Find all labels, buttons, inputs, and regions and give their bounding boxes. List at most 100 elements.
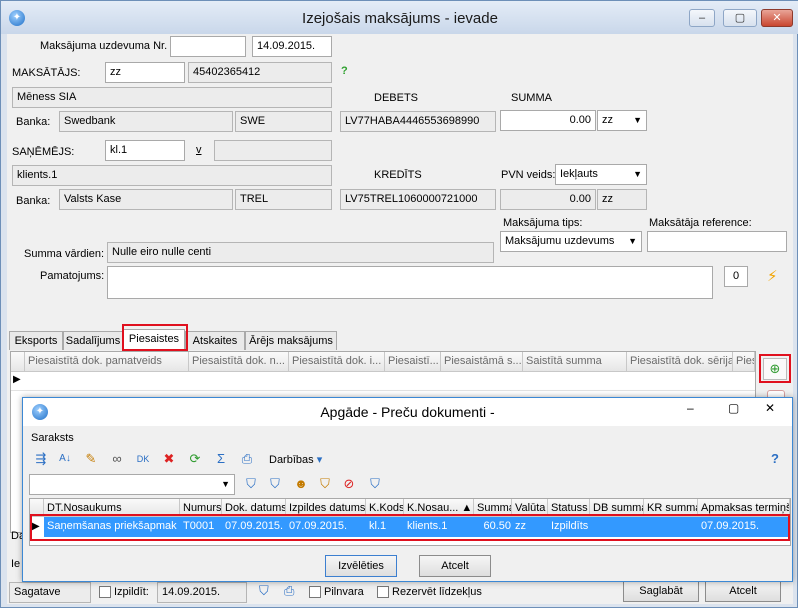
payer-code-input[interactable]: zz — [105, 62, 185, 83]
power-label: Pilnvara — [324, 586, 364, 598]
grid-col-4[interactable]: Piesaistāmā s... — [441, 352, 523, 372]
dk-icon[interactable]: DK — [133, 449, 153, 469]
refresh-list-icon[interactable]: ⇶ — [31, 449, 51, 469]
basis-textarea[interactable] — [107, 266, 713, 299]
close-button[interactable]: ✕ — [761, 9, 793, 27]
execute-label: Izpildīt: — [114, 586, 149, 598]
dialog-minimize-button[interactable]: – — [687, 401, 694, 415]
grid-col-0[interactable]: Piesaistītā dok. pamatveids — [25, 352, 189, 372]
tab-sadalijums[interactable]: Sadalījums — [63, 331, 123, 350]
chevron-down-icon: ▼ — [628, 236, 637, 246]
execute-checkbox[interactable] — [99, 586, 111, 598]
edit-icon[interactable]: ✎ — [81, 449, 101, 469]
pay-type-select[interactable]: Maksājumu uzdevums ▼ — [500, 231, 642, 252]
payer-help-icon[interactable]: ? — [341, 65, 348, 77]
title-bar: ✦ Izejošais maksājums - ievade – ▢ ✕ — [1, 1, 798, 34]
sum-currency-select[interactable]: zz ▼ — [597, 110, 647, 131]
credit-label: KREDĪTS — [374, 169, 422, 181]
reserve-checkbox[interactable] — [377, 586, 389, 598]
dialog-title-bar: ✦ Apgāde - Preču dokumenti - – ▢ ✕ — [23, 398, 792, 426]
debit-account-field: LV77HABA4446553698990 — [340, 111, 496, 132]
payer-bank-field: Swedbank — [59, 111, 233, 132]
choose-button[interactable]: Izvēlēties — [325, 555, 397, 577]
sum-words-field: Nulle eiro nulle centi — [107, 242, 494, 263]
dialog-toolbar: ⇶ A↓ ✎ ∞ DK ✖ ⟳ Σ ⎙ Darbības ▾ ? — [29, 449, 779, 471]
dialog-close-button[interactable]: ✕ — [765, 401, 775, 415]
receiver-extra-field — [214, 140, 332, 161]
funnel-clear-icon[interactable]: ⛉ — [265, 474, 285, 494]
user-filter-icon[interactable]: ☻ — [291, 474, 311, 494]
actions-menu[interactable]: Darbības ▾ — [269, 453, 322, 466]
cancel-button[interactable]: Atcelt — [705, 580, 781, 602]
receiver-name-field: klients.1 — [12, 165, 332, 186]
dialog-help-icon[interactable]: ? — [771, 451, 779, 466]
chevron-down-icon: ▾ — [316, 454, 323, 466]
receiver-bank-code-field: TREL — [235, 189, 332, 210]
grid-new-row[interactable]: ▶ — [11, 372, 755, 391]
dialog-section-label: Saraksts — [31, 432, 74, 444]
credit-account-field: LV75TREL1060000721000 — [340, 189, 496, 210]
grid-col-1[interactable]: Piesaistītā dok. n... — [189, 352, 289, 372]
print-icon[interactable]: ⎙ — [237, 449, 257, 469]
dialog-maximize-button[interactable]: ▢ — [728, 401, 739, 415]
order-date-input[interactable]: 14.09.2015. — [252, 36, 332, 57]
dialog-cancel-button[interactable]: Atcelt — [419, 555, 491, 577]
dialog-title: Apgāde - Preču dokumenti - — [320, 404, 495, 420]
sum-currency-value: zz — [602, 114, 613, 126]
sum-label: SUMMA — [511, 92, 552, 104]
basis-label: Pamatojums: — [40, 270, 105, 282]
sort-az-icon[interactable]: A↓ — [55, 449, 75, 469]
minimize-button[interactable]: – — [689, 9, 715, 27]
payer-bank-code-field: SWE — [235, 111, 332, 132]
receiver-code-input[interactable]: kl.1 — [105, 140, 185, 161]
tab-arejs-maksajums[interactable]: Ārējs maksājums — [245, 331, 337, 350]
tab-atskaites[interactable]: Atskaites — [185, 331, 245, 350]
grid-col-5[interactable]: Saistītā summa — [523, 352, 627, 372]
payer-name-field: Mēness SIA — [12, 87, 332, 108]
chevron-down-icon: ▼ — [633, 115, 642, 125]
piesaistes-highlight — [122, 324, 188, 351]
status-field: Sagatave — [9, 582, 91, 603]
vat-currency-field: zz — [597, 189, 647, 210]
reserve-label: Rezervēt līdzekļus — [392, 586, 482, 598]
grid-col-6[interactable]: Piesaistītā dok. sērija — [627, 352, 733, 372]
filter-question-icon[interactable]: ⛉ — [365, 474, 385, 494]
delete-icon[interactable]: ✖ — [159, 449, 179, 469]
row-highlight — [30, 514, 790, 541]
sum-input[interactable]: 0.00 — [500, 110, 596, 131]
power-checkbox[interactable] — [309, 586, 321, 598]
vat-select[interactable]: Iekļauts ▼ — [555, 164, 647, 185]
payer-bank-label: Banka: — [16, 116, 51, 128]
receiver-bank-field: Valsts Kase — [59, 189, 233, 210]
save-button[interactable]: Saglabāt — [623, 580, 699, 602]
order-nr-label: Maksājuma uzdevuma Nr. — [40, 40, 168, 52]
receiver-label: SAŅĒMĒJS: — [12, 146, 75, 158]
sync-icon[interactable]: ⟳ — [185, 449, 205, 469]
filter-yellow-icon[interactable]: ⛉ — [315, 474, 335, 494]
payer-ref-label: Maksātāja reference: — [649, 217, 752, 229]
grid-col-7[interactable]: Piesa — [733, 352, 755, 372]
vat-sum-field: 0.00 — [500, 189, 596, 210]
filter-icon[interactable]: ⛉ — [259, 583, 269, 599]
pay-type-value: Maksājumu uzdevums — [505, 235, 615, 247]
vat-value: Iekļauts — [560, 168, 598, 180]
filter-remove-icon[interactable]: ⊘ — [339, 474, 359, 494]
grid-corner — [11, 352, 25, 372]
payer-ref-input[interactable] — [647, 231, 787, 252]
sum-words-label: Summa vārdien: — [24, 248, 105, 260]
sum-icon[interactable]: Σ — [211, 449, 231, 469]
receiver-v-link[interactable]: v — [196, 144, 202, 156]
printer-icon[interactable]: ⎙ — [284, 583, 294, 599]
view-icon[interactable]: ∞ — [107, 449, 127, 469]
grid-col-2[interactable]: Piesaistītā dok. i... — [289, 352, 385, 372]
chevron-down-icon: ▼ — [633, 169, 642, 179]
maximize-button[interactable]: ▢ — [723, 9, 757, 27]
tab-eksports[interactable]: Eksports — [9, 331, 63, 350]
order-nr-input[interactable] — [170, 36, 246, 57]
funnel-icon[interactable]: ⛉ — [241, 474, 261, 494]
add-link-button[interactable]: ⊕ — [763, 358, 787, 380]
lightning-icon[interactable]: ⚡ — [767, 267, 778, 285]
grid-col-3[interactable]: Piesaistī... — [385, 352, 441, 372]
receiver-bank-label: Banka: — [16, 195, 51, 207]
filter-select[interactable]: ▼ — [29, 474, 235, 495]
